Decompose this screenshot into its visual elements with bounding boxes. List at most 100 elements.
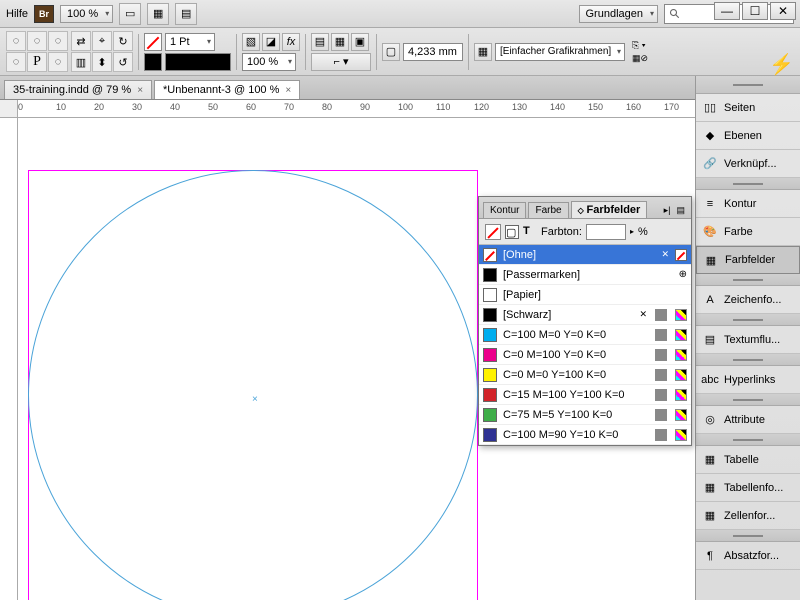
ruler-vertical[interactable]	[0, 118, 18, 600]
swatches-icon: ▦	[703, 252, 719, 268]
ellipse-object[interactable]	[28, 170, 478, 600]
swatch-name: C=100 M=0 Y=0 K=0	[503, 329, 647, 341]
panel-button-cellf[interactable]: ▦Zellenfor...	[696, 502, 800, 530]
fx-button[interactable]: fx	[282, 33, 300, 51]
swatch-name: [Schwarz]	[503, 309, 633, 321]
tint-label: Farbton:	[541, 226, 582, 238]
stroke-swatch[interactable]	[144, 53, 162, 71]
panel-tab-farbfelder[interactable]: ◇ Farbfelder	[571, 201, 648, 218]
swatch-row[interactable]: [Papier]	[479, 285, 691, 305]
stroke-style-dropdown[interactable]	[165, 53, 231, 71]
swatch-name: C=0 M=100 Y=0 K=0	[503, 349, 647, 361]
stroke-icon: ≡	[702, 196, 718, 212]
view-options-button[interactable]: ▤	[175, 3, 197, 25]
close-button[interactable]: ✕	[770, 2, 796, 20]
container-button[interactable]: ▢	[505, 225, 519, 239]
minimize-button[interactable]: —	[714, 2, 740, 20]
panel-label: Tabellenfo...	[724, 482, 783, 494]
panel-button-paraf[interactable]: ¶Absatzfor...	[696, 542, 800, 570]
panel-button-swatches[interactable]: ▦Farbfelder	[696, 246, 800, 274]
lock-icon: ✕	[639, 309, 647, 320]
swatch-row[interactable]: C=0 M=0 Y=100 K=0	[479, 365, 691, 385]
wrap-shape-button[interactable]: ▣	[351, 33, 369, 51]
panel-button-links[interactable]: 🔗Verknüpf...	[696, 150, 800, 178]
effects-btn-1[interactable]: ▧	[242, 33, 260, 51]
color-type-icon	[655, 329, 667, 341]
tint-field[interactable]	[586, 224, 626, 240]
swatch-row[interactable]: C=0 M=100 Y=0 K=0	[479, 345, 691, 365]
panel-button-color[interactable]: 🎨 Farbe	[696, 218, 800, 246]
swatches-panel: Kontur Farbe ◇ Farbfelder ▸| ▤ ▢ T Farbt…	[478, 196, 692, 446]
panel-label: Zellenfor...	[724, 510, 775, 522]
maximize-button[interactable]: ☐	[742, 2, 768, 20]
panel-button-char[interactable]: AZeichenfo...	[696, 286, 800, 314]
panel-label: Farbe	[724, 226, 753, 238]
color-mode-icon	[675, 309, 687, 321]
panel-button-stroke[interactable]: ≡ Kontur	[696, 190, 800, 218]
new-style-button[interactable]: ⎘ ▾	[632, 40, 648, 51]
stroke-weight-field[interactable]: 1 Pt	[165, 33, 215, 51]
pages-icon: ▯▯	[702, 100, 718, 116]
panel-label: Kontur	[724, 198, 756, 210]
document-tab-2[interactable]: *Unbenannt-3 @ 100 %×	[154, 80, 300, 99]
hyper-icon: abc	[702, 372, 718, 388]
help-menu[interactable]: Hilfe	[6, 8, 28, 20]
zoom-dropdown[interactable]: 100 %	[60, 5, 113, 23]
position-proxy[interactable]: ◌◌◌◌P◌	[6, 31, 68, 72]
panel-label: Textumflu...	[724, 334, 780, 346]
quick-apply-button[interactable]: ⚡	[769, 52, 794, 77]
panel-button-layers[interactable]: ◆Ebenen	[696, 122, 800, 150]
fit-frame-button[interactable]: ▢	[382, 43, 400, 61]
panel-menu-button[interactable]: ▤	[674, 203, 687, 218]
tint-arrow-icon: ▸	[630, 227, 634, 236]
panel-button-pages[interactable]: ▯▯Seiten	[696, 94, 800, 122]
panel-button-wrap[interactable]: ▤Textumflu...	[696, 326, 800, 354]
panel-tab-kontur[interactable]: Kontur	[483, 202, 526, 218]
panel-button-attr[interactable]: ◎Attribute	[696, 406, 800, 434]
color-mode-icon	[675, 369, 687, 381]
close-tab-icon[interactable]: ×	[285, 85, 291, 96]
swatch-chip	[483, 268, 497, 282]
swatch-row[interactable]: [Passermarken]⊕	[479, 265, 691, 285]
corner-options-button[interactable]: ⌐ ▾	[311, 53, 371, 71]
panel-collapse-button[interactable]: ▸|	[662, 203, 673, 218]
object-style-dropdown[interactable]: [Einfacher Grafikrahmen]	[495, 43, 625, 61]
close-tab-icon[interactable]: ×	[137, 85, 143, 96]
panel-tab-farbe[interactable]: Farbe	[528, 202, 568, 218]
swatch-chip	[483, 348, 497, 362]
transform-tools[interactable]: ⇄⌖↻▥⬍↺	[71, 31, 133, 72]
arrange-button[interactable]: ▦	[147, 3, 169, 25]
bridge-button[interactable]: Br	[34, 5, 54, 23]
color-mode-icon	[675, 349, 687, 361]
drop-shadow-button[interactable]: ◪	[262, 33, 280, 51]
panel-button-hyper[interactable]: abcHyperlinks	[696, 366, 800, 394]
document-tab-1[interactable]: 35-training.indd @ 79 %×	[4, 80, 152, 99]
swatch-row[interactable]: C=15 M=100 Y=100 K=0	[479, 385, 691, 405]
panel-button-tablef[interactable]: ▦Tabellenfo...	[696, 474, 800, 502]
wrap-none-button[interactable]: ▤	[311, 33, 329, 51]
ruler-origin[interactable]	[0, 100, 18, 118]
swatch-row[interactable]: C=100 M=90 Y=10 K=0	[479, 425, 691, 445]
clear-overrides-button[interactable]: ▦⊘	[632, 53, 648, 64]
color-mode-icon	[675, 329, 687, 341]
panel-button-table[interactable]: ▦Tabelle	[696, 446, 800, 474]
dimension-field[interactable]: 4,233 mm	[403, 43, 463, 61]
swatch-row[interactable]: C=100 M=0 Y=0 K=0	[479, 325, 691, 345]
color-type-icon	[655, 349, 667, 361]
opacity-field[interactable]: 100 %	[242, 53, 296, 71]
ruler-horizontal[interactable]: 0102030405060708090100110120130140150160…	[18, 100, 695, 118]
none-indicator-icon	[675, 249, 687, 261]
fill-swatch[interactable]	[144, 33, 162, 51]
tint-unit: %	[638, 226, 648, 238]
swatch-chip	[483, 328, 497, 342]
screen-mode-button[interactable]: ▭	[119, 3, 141, 25]
wrap-bounding-button[interactable]: ▦	[331, 33, 349, 51]
swatches-list: [Ohne]✕[Passermarken]⊕[Papier] [Schwarz] ✕…	[479, 245, 691, 445]
color-icon: 🎨	[702, 224, 718, 240]
workspace-dropdown[interactable]: Grundlagen	[579, 5, 659, 23]
text-button[interactable]: T	[523, 225, 537, 239]
swatch-row[interactable]: [Schwarz] ✕	[479, 305, 691, 325]
swatch-row[interactable]: [Ohne]✕	[479, 245, 691, 265]
swatch-row[interactable]: C=75 M=5 Y=100 K=0	[479, 405, 691, 425]
fill-stroke-toggle[interactable]	[485, 224, 501, 240]
